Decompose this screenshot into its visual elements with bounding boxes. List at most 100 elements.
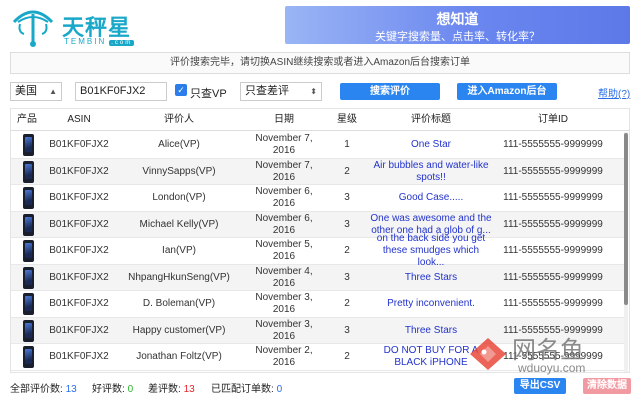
phone-case-thumbnail[interactable]: [23, 160, 34, 183]
date-cell: November 5, 2016: [255, 239, 313, 262]
product-thumbnail-cell: [11, 159, 43, 185]
country-value: 美国: [15, 85, 37, 97]
table-row[interactable]: B01KF0FJX2 D. Boleman(VP) November 3, 2016…: [11, 291, 627, 318]
ad-banner[interactable]: 想知道 关键字搜索量、点击率、转化率？: [285, 6, 630, 44]
stars-cell: 2: [344, 298, 350, 309]
table-row[interactable]: B01KF0FJX2 VinnySapps(VP) November 7, 2016…: [11, 158, 627, 185]
reviewer-cell: London(VP): [152, 192, 206, 203]
table-row[interactable]: B01KF0FJX2 London(VP) November 6, 2016 3 Goo…: [11, 185, 627, 212]
phone-case-thumbnail[interactable]: [23, 240, 34, 262]
date-cell: November 6, 2016: [255, 186, 313, 209]
asin-cell: B01KF0FJX2: [49, 192, 109, 203]
scrollbar-thumb[interactable]: [624, 133, 628, 305]
stars-cell: 2: [344, 245, 350, 256]
watermark-url: wduoyu.com: [518, 361, 586, 375]
stars-cell: 2: [344, 165, 350, 177]
product-thumbnail-cell: [11, 265, 43, 291]
order-id-cell: 111-5555555-9999999: [503, 139, 603, 150]
asin-cell: B01KF0FJX2: [49, 298, 109, 309]
order-id-cell: 111-5555555-9999999: [503, 271, 603, 283]
logo-subtitle: TEMBIN .com: [64, 37, 135, 46]
good-count: 0: [127, 384, 134, 395]
stars-cell: 2: [344, 351, 350, 362]
reviewer-cell: VinnySapps(VP): [142, 165, 216, 177]
reviewer-cell: Michael Kelly(VP): [139, 218, 219, 230]
banner-title: 想知道: [436, 11, 479, 27]
product-thumbnail-cell: [11, 318, 43, 344]
matched-count: 0: [276, 384, 283, 395]
vp-checkbox[interactable]: ✓: [175, 84, 187, 96]
asin-input[interactable]: B01KF0FJX2: [75, 82, 167, 101]
product-thumbnail-cell: [11, 185, 43, 211]
good-reviews: 好评数: 0: [92, 380, 133, 395]
search-reviews-button[interactable]: 搜索评价: [340, 83, 440, 100]
asin-cell: B01KF0FJX2: [49, 351, 109, 362]
date-cell: November 3, 2016: [255, 292, 313, 315]
date-cell: November 2, 2016: [255, 345, 313, 368]
product-thumbnail-cell: [11, 238, 43, 264]
table-header: 产品 ASIN 评价人 日期 星级 评价标题 订单ID: [11, 109, 629, 131]
product-thumbnail-cell: [11, 291, 43, 317]
phone-case-thumbnail[interactable]: [23, 346, 34, 368]
phone-case-thumbnail[interactable]: [23, 187, 34, 209]
product-thumbnail-cell: [11, 132, 43, 158]
country-select[interactable]: 美国 ▲: [10, 82, 62, 101]
date-cell: November 7, 2016: [255, 133, 313, 156]
phone-case-thumbnail[interactable]: [23, 213, 34, 236]
order-id-cell: 111-5555555-9999999: [503, 298, 603, 309]
order-id-cell: 111-5555555-9999999: [503, 218, 603, 230]
review-title-link[interactable]: Three Stars: [369, 265, 493, 291]
order-id-cell: 111-5555555-9999999: [503, 245, 603, 256]
review-title-link[interactable]: Air bubbles and water-like spots!!: [369, 159, 493, 185]
bad-count: 13: [183, 384, 195, 395]
amazon-backend-button[interactable]: 进入Amazon后台: [457, 83, 557, 100]
date-cell: November 4, 2016: [255, 265, 313, 289]
header-product: 产品: [17, 114, 37, 125]
stars-cell: 3: [344, 324, 350, 336]
review-title-link[interactable]: Good Case.....: [369, 185, 493, 211]
stars-cell: 3: [344, 192, 350, 203]
total-count: 13: [65, 384, 77, 395]
reviewer-cell: NhpangHkunSeng(VP): [128, 271, 230, 283]
banner-subtitle: 关键字搜索量、点击率、转化率？: [375, 31, 540, 43]
review-title-link[interactable]: One Star: [369, 132, 493, 158]
help-link[interactable]: 帮助(?): [598, 85, 630, 100]
product-thumbnail-cell: [11, 212, 43, 238]
table-row[interactable]: B01KF0FJX2 NhpangHkunSeng(VP) November 4, …: [11, 264, 627, 291]
reviewer-cell: D. Boleman(VP): [142, 298, 216, 309]
watermark-text: 网名鱼: [512, 336, 584, 364]
review-title-link[interactable]: Pretty inconvenient.: [369, 291, 493, 317]
phone-case-thumbnail[interactable]: [23, 319, 34, 342]
stars-cell: 3: [344, 218, 350, 230]
logo-sub-text: TEMBIN: [64, 37, 107, 46]
status-notice: 评价搜索完毕，请切换ASIN继续搜索或者进入Amazon后台搜索订单: [10, 52, 630, 74]
stars-cell: 3: [344, 271, 350, 283]
matched-label: 已匹配订单数:: [211, 384, 274, 395]
phone-case-thumbnail[interactable]: [23, 266, 34, 289]
reviewer-cell: Ian(VP): [162, 245, 196, 256]
table-row[interactable]: B01KF0FJX2 Ian(VP) November 5, 2016 2 on the…: [11, 233, 627, 268]
asin-cell: B01KF0FJX2: [49, 245, 109, 256]
order-id-cell: 111-5555555-9999999: [503, 192, 603, 203]
header-stars: 星级: [337, 114, 357, 125]
date-cell: November 7, 2016: [255, 159, 313, 183]
product-thumbnail-cell: [11, 344, 43, 370]
scale-logo-icon: [12, 10, 54, 47]
order-id-cell: 111-5555555-9999999: [503, 165, 603, 177]
bad-reviews: 差评数: 13: [148, 380, 195, 395]
phone-case-thumbnail[interactable]: [23, 293, 34, 315]
header-reviewer: 评价人: [164, 114, 194, 125]
phone-case-thumbnail[interactable]: [23, 134, 34, 156]
table-row[interactable]: B01KF0FJX2 Alice(VP) November 7, 2016 1 One …: [11, 132, 627, 159]
review-title-link[interactable]: on the back side you get these smudges w…: [369, 233, 493, 268]
vp-checkbox-label[interactable]: 只查VP: [190, 85, 227, 101]
filter-select[interactable]: 只查差评 ⬍: [240, 82, 322, 101]
table-row[interactable]: B01KF0FJX2 Michael Kelly(VP) November 6, 2…: [11, 211, 627, 238]
select-arrows-icon: ▲: [49, 87, 57, 96]
header-asin: ASIN: [67, 114, 91, 125]
logo-com-badge: .com: [109, 40, 135, 46]
asin-cell: B01KF0FJX2: [49, 324, 109, 336]
header-date: 日期: [274, 114, 294, 125]
date-cell: November 6, 2016: [255, 212, 313, 236]
stars-cell: 1: [344, 139, 350, 150]
